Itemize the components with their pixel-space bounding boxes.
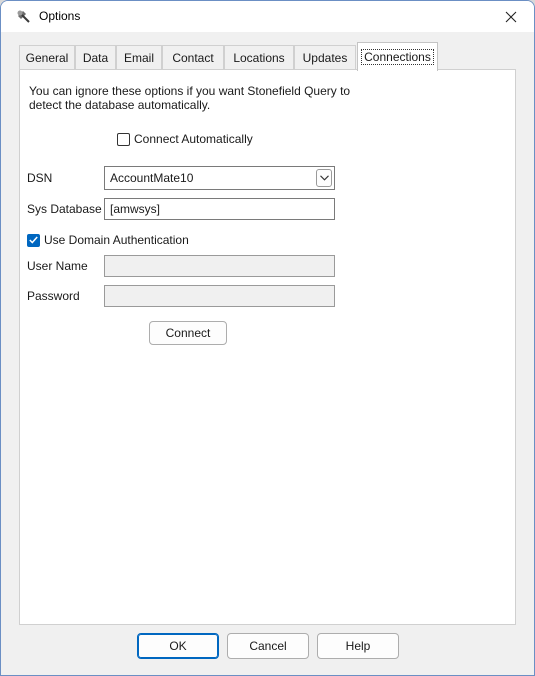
dsn-dropdown[interactable]: AccountMate10 [104,166,335,190]
tab-label: Connections [361,49,434,65]
password-label: Password [27,289,80,303]
checkbox-box[interactable] [117,132,130,146]
use-domain-authentication-checkbox[interactable]: Use Domain Authentication [27,233,189,247]
chevron-down-icon [319,175,329,181]
window-title: Options [39,9,81,23]
connect-automatically-label: Connect Automatically [134,132,253,146]
tab-updates[interactable]: Updates [294,45,356,70]
checkmark-icon [29,236,38,244]
tab-label: Locations [233,51,285,65]
app-icon [17,10,30,23]
tab-label: General [25,51,69,65]
cancel-button[interactable]: Cancel [227,633,309,659]
connections-panel: You can ignore these options if you want… [19,69,516,625]
intro-text: You can ignore these options if you want… [29,84,389,112]
tab-label: Contact [172,51,214,65]
intro-line-1: You can ignore these options if you want… [29,84,351,98]
password-input[interactable] [104,285,335,307]
ok-button[interactable]: OK [137,633,219,659]
dsn-dropdown-button[interactable] [316,169,332,187]
help-button[interactable]: Help [317,633,399,659]
intro-line-2: detect the database automatically. [29,98,211,112]
tab-contact[interactable]: Contact [162,45,224,70]
options-dialog: Options General Data Email Contact Locat… [0,0,535,676]
sys-database-value: [amwsys] [110,202,161,216]
close-button[interactable] [488,1,534,32]
title-bar[interactable]: Options [1,1,534,32]
sys-database-input[interactable]: [amwsys] [104,198,335,220]
tab-label: Data [82,51,109,65]
checkbox-box[interactable] [27,233,40,247]
dsn-value: AccountMate10 [110,171,194,185]
sys-database-label: Sys Database [27,202,102,216]
connect-button[interactable]: Connect [149,321,227,345]
tab-general[interactable]: General [19,45,75,70]
tab-data[interactable]: Data [75,45,116,70]
tab-email[interactable]: Email [116,45,162,70]
dsn-label: DSN [27,171,53,185]
tab-label: Email [123,51,154,65]
connect-automatically-checkbox[interactable]: Connect Automatically [117,132,253,146]
tab-label: Updates [302,51,348,65]
tab-locations[interactable]: Locations [224,45,294,70]
use-domain-authentication-label: Use Domain Authentication [44,233,189,247]
close-icon [505,11,517,22]
user-name-input[interactable] [104,255,335,277]
tab-connections[interactable]: Connections [357,42,438,71]
user-name-label: User Name [27,259,88,273]
